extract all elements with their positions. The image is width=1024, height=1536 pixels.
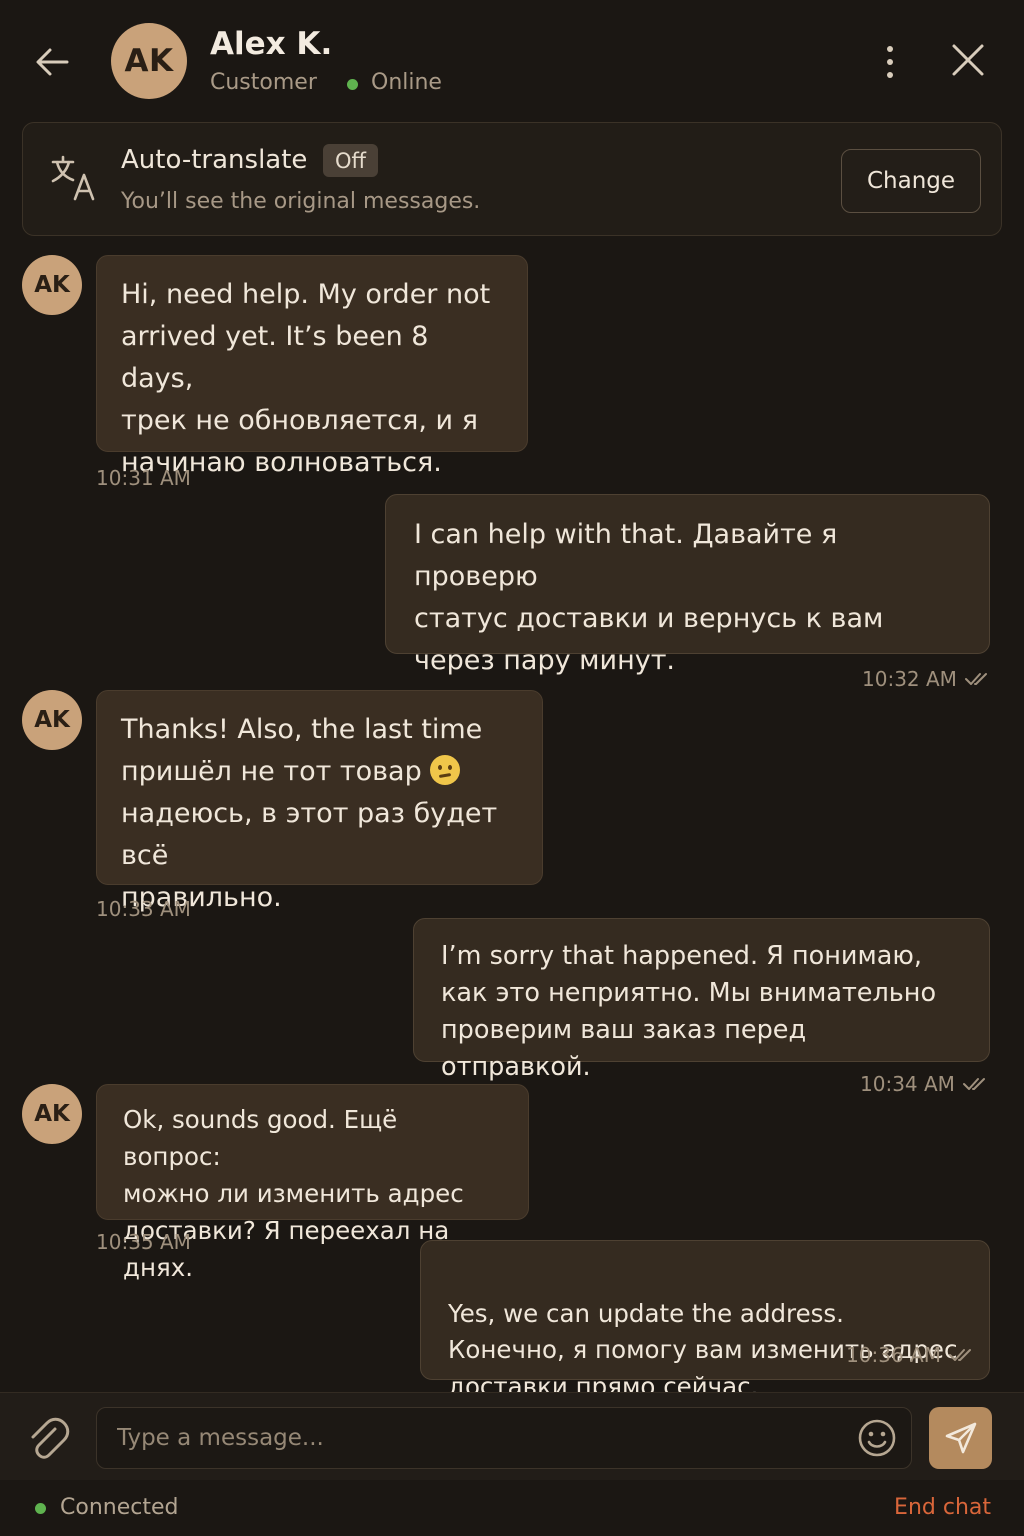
double-check-icon — [949, 1348, 971, 1361]
double-check-icon — [962, 1078, 985, 1090]
end-chat-link[interactable]: End chat — [894, 1495, 991, 1520]
emoji-icon[interactable] — [857, 1418, 897, 1458]
arrow-left-icon — [36, 48, 69, 76]
message-meta: 10:34 AM — [860, 1072, 989, 1096]
online-status-label: Online — [371, 70, 442, 95]
more-dot-icon — [887, 46, 893, 52]
chat-header: AK Alex K. Customer Online — [0, 0, 1024, 120]
more-options-button[interactable] — [868, 38, 912, 86]
contact-role: Customer — [210, 70, 317, 95]
more-dot-icon — [887, 59, 893, 65]
send-icon — [945, 1422, 976, 1454]
outgoing-message: Yes, we can update the address. Конечно,… — [420, 1240, 990, 1401]
incoming-message: Ok, sounds good. Ещё вопрос: можно ли из… — [96, 1084, 529, 1282]
connection-status-label: Connected — [60, 1495, 179, 1520]
message-avatar: AK — [22, 255, 82, 315]
message-text: надеюсь, в этот раз будет всё правильно. — [121, 798, 498, 913]
double-check-icon — [964, 673, 987, 685]
auto-translate-banner: Auto-translate Off You’ll see the origin… — [22, 122, 1002, 236]
message-text: Thanks! Also, the last time пришёл не то… — [121, 714, 483, 787]
message-composer — [0, 1392, 1024, 1480]
outgoing-message: I can help with that. Давайте я проверю … — [385, 494, 990, 676]
message-timestamp: 10:36 AM — [846, 1342, 941, 1367]
chat-window: AK Alex K. Customer Online Auto-translat… — [0, 0, 1024, 1536]
more-dot-icon — [887, 72, 893, 78]
message-avatar: AK — [22, 1084, 82, 1144]
message-timestamp: 10:35 AM — [96, 1230, 191, 1254]
back-button[interactable] — [28, 38, 76, 86]
online-status-dot — [347, 79, 358, 90]
close-button[interactable] — [944, 36, 992, 84]
auto-translate-status-badge: Off — [323, 144, 378, 177]
contact-name: Alex K. — [210, 26, 333, 62]
contact-avatar[interactable]: AK — [111, 23, 187, 99]
close-icon — [952, 44, 984, 76]
message-timestamp: 10:33 AM — [96, 897, 191, 921]
message-timestamp: 10:34 AM — [860, 1072, 955, 1096]
message-meta: 10:32 AM — [862, 667, 991, 691]
message-timestamp: 10:31 AM — [96, 466, 191, 490]
connection-status-dot — [35, 1503, 46, 1514]
status-bar: Connected End chat — [0, 1480, 1024, 1536]
send-button[interactable] — [929, 1407, 992, 1469]
message-input[interactable] — [117, 1420, 837, 1456]
translate-icon — [51, 155, 95, 201]
incoming-message: Hi, need help. My order not arrived yet.… — [96, 255, 528, 478]
auto-translate-title: Auto-translate — [121, 145, 308, 175]
message-input-box[interactable] — [96, 1407, 912, 1469]
message-avatar: AK — [22, 690, 82, 750]
message-meta: 10:36 AM — [846, 1337, 975, 1374]
outgoing-message: I’m sorry that happened. Я понимаю, как … — [413, 918, 990, 1082]
message-timestamp: 10:32 AM — [862, 667, 957, 691]
paperclip-icon[interactable] — [24, 1415, 72, 1463]
confused-face-icon — [430, 755, 461, 785]
auto-translate-description: You’ll see the original messages. — [121, 189, 481, 214]
incoming-message: Thanks! Also, the last time пришёл не то… — [96, 690, 543, 913]
change-translate-button[interactable]: Change — [841, 149, 981, 213]
